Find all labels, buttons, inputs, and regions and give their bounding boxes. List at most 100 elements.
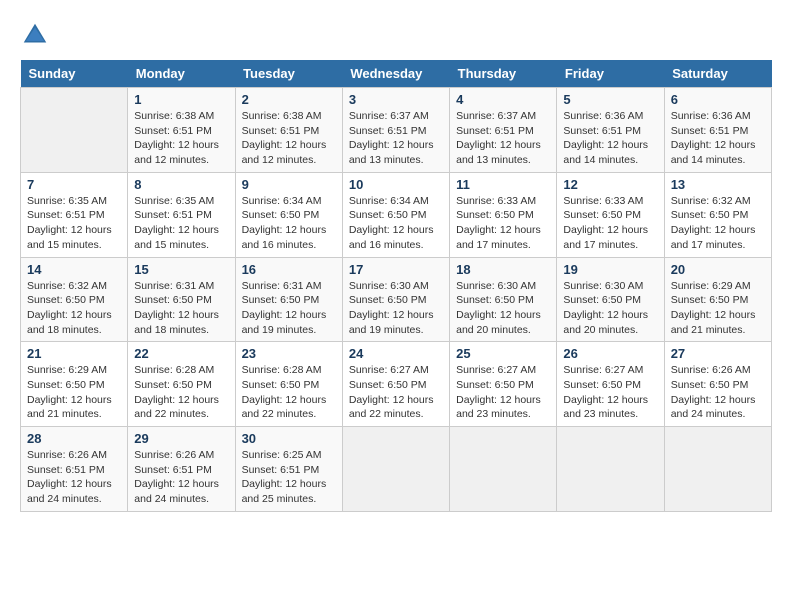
- day-detail: Sunrise: 6:31 AMSunset: 6:50 PMDaylight:…: [134, 279, 228, 338]
- day-number: 16: [242, 262, 336, 277]
- calendar-cell: [450, 427, 557, 512]
- calendar-cell: 24Sunrise: 6:27 AMSunset: 6:50 PMDayligh…: [342, 342, 449, 427]
- calendar-cell: 16 Sunrise: 6:31 AMSunset: 6:50 PMDayligh…: [235, 257, 342, 342]
- calendar-header-row: SundayMondayTuesdayWednesdayThursdayFrid…: [21, 60, 772, 88]
- day-number: 10: [349, 177, 443, 192]
- day-number: 8: [134, 177, 228, 192]
- calendar-cell: [664, 427, 771, 512]
- calendar-cell: 23 Sunrise: 6:28 AMSunset: 6:50 PMDayligh…: [235, 342, 342, 427]
- day-detail: Sunrise: 6:31 AMSunset: 6:50 PMDaylight:…: [242, 279, 336, 338]
- day-detail: Sunrise: 6:25 AMSunset: 6:51 PMDaylight:…: [242, 448, 336, 507]
- day-number: 29: [134, 431, 228, 446]
- calendar-cell: 21 Sunrise: 6:29 AMSunset: 6:50 PMDayligh…: [21, 342, 128, 427]
- calendar-cell: 1Sunrise: 6:38 AMSunset: 6:51 PMDaylight…: [128, 88, 235, 173]
- day-number: 4: [456, 92, 550, 107]
- calendar-cell: 25 Sunrise: 6:27 AMSunset: 6:50 PMDayligh…: [450, 342, 557, 427]
- calendar-cell: 17Sunrise: 6:30 AMSunset: 6:50 PMDayligh…: [342, 257, 449, 342]
- calendar-cell: 11 Sunrise: 6:33 AMSunset: 6:50 PMDayligh…: [450, 172, 557, 257]
- day-detail: Sunrise: 6:29 AMSunset: 6:50 PMDaylight:…: [27, 363, 121, 422]
- day-number: 5: [563, 92, 657, 107]
- day-number: 6: [671, 92, 765, 107]
- day-number: 19: [563, 262, 657, 277]
- calendar-table: SundayMondayTuesdayWednesdayThursdayFrid…: [20, 60, 772, 512]
- day-number: 28: [27, 431, 121, 446]
- calendar-cell: 6Sunrise: 6:36 AMSunset: 6:51 PMDaylight…: [664, 88, 771, 173]
- day-number: 17: [349, 262, 443, 277]
- week-row-1: 1Sunrise: 6:38 AMSunset: 6:51 PMDaylight…: [21, 88, 772, 173]
- day-number: 25: [456, 346, 550, 361]
- day-detail: Sunrise: 6:30 AMSunset: 6:50 PMDaylight:…: [456, 279, 550, 338]
- day-detail: Sunrise: 6:36 AMSunset: 6:51 PMDaylight:…: [563, 109, 657, 168]
- column-header-thursday: Thursday: [450, 60, 557, 88]
- day-detail: Sunrise: 6:29 AMSunset: 6:50 PMDaylight:…: [671, 279, 765, 338]
- day-detail: Sunrise: 6:27 AMSunset: 6:50 PMDaylight:…: [563, 363, 657, 422]
- day-detail: Sunrise: 6:32 AMSunset: 6:50 PMDaylight:…: [27, 279, 121, 338]
- day-detail: Sunrise: 6:28 AMSunset: 6:50 PMDaylight:…: [242, 363, 336, 422]
- calendar-cell: 20 Sunrise: 6:29 AMSunset: 6:50 PMDayligh…: [664, 257, 771, 342]
- calendar-cell: 30 Sunrise: 6:25 AMSunset: 6:51 PMDayligh…: [235, 427, 342, 512]
- logo: [20, 20, 54, 50]
- column-header-friday: Friday: [557, 60, 664, 88]
- day-detail: Sunrise: 6:28 AMSunset: 6:50 PMDaylight:…: [134, 363, 228, 422]
- day-detail: Sunrise: 6:27 AMSunset: 6:50 PMDaylight:…: [349, 363, 443, 422]
- day-detail: Sunrise: 6:34 AMSunset: 6:50 PMDaylight:…: [349, 194, 443, 253]
- column-header-tuesday: Tuesday: [235, 60, 342, 88]
- day-detail: Sunrise: 6:38 AMSunset: 6:51 PMDaylight:…: [134, 109, 228, 168]
- calendar-cell: 13 Sunrise: 6:32 AMSunset: 6:50 PMDayligh…: [664, 172, 771, 257]
- day-detail: Sunrise: 6:33 AMSunset: 6:50 PMDaylight:…: [456, 194, 550, 253]
- day-number: 26: [563, 346, 657, 361]
- day-detail: Sunrise: 6:27 AMSunset: 6:50 PMDaylight:…: [456, 363, 550, 422]
- calendar-cell: 8 Sunrise: 6:35 AMSunset: 6:51 PMDaylight…: [128, 172, 235, 257]
- column-header-wednesday: Wednesday: [342, 60, 449, 88]
- day-number: 7: [27, 177, 121, 192]
- day-detail: Sunrise: 6:37 AMSunset: 6:51 PMDaylight:…: [456, 109, 550, 168]
- calendar-cell: 28 Sunrise: 6:26 AMSunset: 6:51 PMDayligh…: [21, 427, 128, 512]
- calendar-cell: 7 Sunrise: 6:35 AMSunset: 6:51 PMDaylight…: [21, 172, 128, 257]
- page-header: [20, 20, 772, 50]
- day-detail: Sunrise: 6:26 AMSunset: 6:51 PMDaylight:…: [27, 448, 121, 507]
- week-row-2: 7 Sunrise: 6:35 AMSunset: 6:51 PMDaylight…: [21, 172, 772, 257]
- column-header-saturday: Saturday: [664, 60, 771, 88]
- calendar-cell: 18Sunrise: 6:30 AMSunset: 6:50 PMDayligh…: [450, 257, 557, 342]
- day-number: 21: [27, 346, 121, 361]
- day-number: 14: [27, 262, 121, 277]
- day-detail: Sunrise: 6:35 AMSunset: 6:51 PMDaylight:…: [134, 194, 228, 253]
- calendar-cell: 26 Sunrise: 6:27 AMSunset: 6:50 PMDayligh…: [557, 342, 664, 427]
- day-detail: Sunrise: 6:38 AMSunset: 6:51 PMDaylight:…: [242, 109, 336, 168]
- calendar-cell: [557, 427, 664, 512]
- calendar-cell: [342, 427, 449, 512]
- day-detail: Sunrise: 6:35 AMSunset: 6:51 PMDaylight:…: [27, 194, 121, 253]
- calendar-cell: 2 Sunrise: 6:38 AMSunset: 6:51 PMDaylight…: [235, 88, 342, 173]
- day-detail: Sunrise: 6:34 AMSunset: 6:50 PMDaylight:…: [242, 194, 336, 253]
- day-number: 9: [242, 177, 336, 192]
- day-number: 23: [242, 346, 336, 361]
- day-number: 3: [349, 92, 443, 107]
- calendar-cell: 27 Sunrise: 6:26 AMSunset: 6:50 PMDayligh…: [664, 342, 771, 427]
- day-number: 20: [671, 262, 765, 277]
- week-row-3: 14 Sunrise: 6:32 AMSunset: 6:50 PMDayligh…: [21, 257, 772, 342]
- logo-icon: [20, 20, 50, 50]
- day-detail: Sunrise: 6:26 AMSunset: 6:50 PMDaylight:…: [671, 363, 765, 422]
- calendar-cell: 3 Sunrise: 6:37 AMSunset: 6:51 PMDaylight…: [342, 88, 449, 173]
- day-number: 12: [563, 177, 657, 192]
- column-header-monday: Monday: [128, 60, 235, 88]
- day-number: 30: [242, 431, 336, 446]
- column-header-sunday: Sunday: [21, 60, 128, 88]
- week-row-5: 28 Sunrise: 6:26 AMSunset: 6:51 PMDayligh…: [21, 427, 772, 512]
- calendar-cell: 19Sunrise: 6:30 AMSunset: 6:50 PMDayligh…: [557, 257, 664, 342]
- day-number: 13: [671, 177, 765, 192]
- day-detail: Sunrise: 6:32 AMSunset: 6:50 PMDaylight:…: [671, 194, 765, 253]
- calendar-cell: 12 Sunrise: 6:33 AMSunset: 6:50 PMDayligh…: [557, 172, 664, 257]
- day-number: 22: [134, 346, 228, 361]
- calendar-cell: 5 Sunrise: 6:36 AMSunset: 6:51 PMDaylight…: [557, 88, 664, 173]
- day-number: 27: [671, 346, 765, 361]
- day-detail: Sunrise: 6:37 AMSunset: 6:51 PMDaylight:…: [349, 109, 443, 168]
- calendar-cell: 4 Sunrise: 6:37 AMSunset: 6:51 PMDaylight…: [450, 88, 557, 173]
- day-number: 2: [242, 92, 336, 107]
- day-detail: Sunrise: 6:26 AMSunset: 6:51 PMDaylight:…: [134, 448, 228, 507]
- calendar-cell: 14 Sunrise: 6:32 AMSunset: 6:50 PMDayligh…: [21, 257, 128, 342]
- calendar-cell: 10 Sunrise: 6:34 AMSunset: 6:50 PMDayligh…: [342, 172, 449, 257]
- calendar-cell: 22 Sunrise: 6:28 AMSunset: 6:50 PMDayligh…: [128, 342, 235, 427]
- day-detail: Sunrise: 6:33 AMSunset: 6:50 PMDaylight:…: [563, 194, 657, 253]
- day-number: 11: [456, 177, 550, 192]
